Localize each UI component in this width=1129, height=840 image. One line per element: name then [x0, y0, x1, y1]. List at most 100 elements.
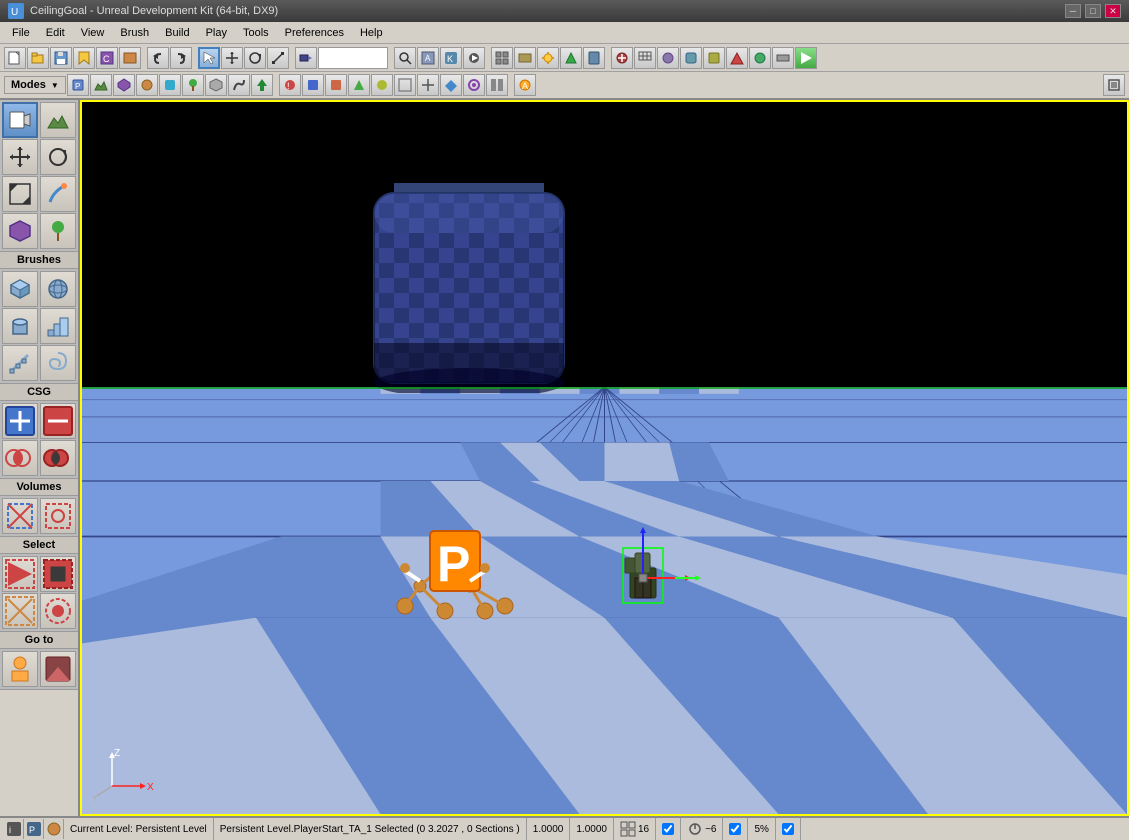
statusbar-icon-3[interactable]: [44, 819, 64, 839]
tb2-btn6[interactable]: [394, 74, 416, 96]
goto-actor-btn[interactable]: [2, 651, 38, 687]
mode-terrain[interactable]: [90, 74, 112, 96]
undo-button[interactable]: [147, 47, 169, 69]
coordinate-system-dropdown[interactable]: World ▼: [318, 47, 388, 69]
mode-spline[interactable]: [228, 74, 250, 96]
menu-edit[interactable]: Edit: [38, 25, 73, 41]
select-all-btn[interactable]: [2, 556, 38, 592]
csg-subtract[interactable]: [40, 403, 76, 439]
minimize-button[interactable]: ─: [1065, 4, 1081, 18]
more-btn3[interactable]: [703, 47, 725, 69]
menu-brush[interactable]: Brush: [112, 25, 157, 41]
volume-trigger[interactable]: [40, 498, 76, 534]
rotate-tool-button[interactable]: [244, 47, 266, 69]
camera-speed-button[interactable]: [295, 47, 317, 69]
select-none-btn[interactable]: [2, 593, 38, 629]
statusbar-icon-2[interactable]: P: [24, 819, 44, 839]
mode-speedtree[interactable]: [251, 74, 273, 96]
redo-button[interactable]: [170, 47, 192, 69]
goto-surface-btn[interactable]: [40, 651, 76, 687]
brush-spiral[interactable]: [40, 345, 76, 381]
actor-find-button[interactable]: A: [417, 47, 439, 69]
mode-foliage[interactable]: [182, 74, 204, 96]
mode-texture[interactable]: [136, 74, 158, 96]
new-button[interactable]: [4, 47, 26, 69]
scale-tool-button[interactable]: [267, 47, 289, 69]
panel-btn-camera[interactable]: [2, 102, 38, 138]
tb2-btn2[interactable]: [302, 74, 324, 96]
snap-button[interactable]: [611, 47, 633, 69]
csg-add[interactable]: [2, 403, 38, 439]
toolbar-btn2[interactable]: [119, 47, 141, 69]
tb2-btn3[interactable]: [325, 74, 347, 96]
more-btn5[interactable]: [749, 47, 771, 69]
more-btn4[interactable]: [726, 47, 748, 69]
panel-btn-geometry[interactable]: [2, 213, 38, 249]
brush-sphere[interactable]: [40, 271, 76, 307]
matinee-button[interactable]: [463, 47, 485, 69]
zoom-toggle[interactable]: [782, 823, 794, 835]
menu-help[interactable]: Help: [352, 25, 391, 41]
lightmass-button[interactable]: [537, 47, 559, 69]
search-button[interactable]: [394, 47, 416, 69]
save-button[interactable]: [50, 47, 72, 69]
grid-snap-button[interactable]: [634, 47, 656, 69]
tb2-maximize[interactable]: [1103, 74, 1125, 96]
open-button[interactable]: [27, 47, 49, 69]
volume-blocking[interactable]: [2, 498, 38, 534]
tb2-btn7[interactable]: [417, 74, 439, 96]
panel-btn-rotate[interactable]: [40, 139, 76, 175]
menu-preferences[interactable]: Preferences: [277, 25, 352, 41]
more-btn1[interactable]: [657, 47, 679, 69]
csg-deintersect[interactable]: [40, 440, 76, 476]
surface-props-button[interactable]: [514, 47, 536, 69]
bookmark-button[interactable]: [73, 47, 95, 69]
menu-tools[interactable]: Tools: [235, 25, 277, 41]
modes-dropdown[interactable]: Modes ▼: [4, 76, 66, 94]
content-browser-button[interactable]: C: [96, 47, 118, 69]
brush-staircase[interactable]: [40, 308, 76, 344]
close-button[interactable]: ✕: [1105, 4, 1121, 18]
move-tool-button[interactable]: [221, 47, 243, 69]
statusbar-icon-1[interactable]: i: [4, 819, 24, 839]
snap-checkbox[interactable]: [656, 818, 681, 840]
more-btn2[interactable]: [680, 47, 702, 69]
maximize-button[interactable]: □: [1085, 4, 1101, 18]
panel-btn-move[interactable]: [2, 139, 38, 175]
mode-staticmesh[interactable]: [205, 74, 227, 96]
mode-placeable[interactable]: P: [67, 74, 89, 96]
menu-build[interactable]: Build: [157, 25, 197, 41]
brush-cylinder[interactable]: [2, 308, 38, 344]
menu-view[interactable]: View: [73, 25, 113, 41]
menu-play[interactable]: Play: [198, 25, 235, 41]
brush-cube[interactable]: [2, 271, 38, 307]
viewport[interactable]: P: [80, 100, 1129, 816]
more-btn6[interactable]: [772, 47, 794, 69]
kismet-button[interactable]: K: [440, 47, 462, 69]
select-tool-button[interactable]: [198, 47, 220, 69]
brush-curved-stair[interactable]: [2, 345, 38, 381]
angle-snap-toggle[interactable]: [729, 823, 741, 835]
select-material-btn[interactable]: [40, 593, 76, 629]
tb2-btn10[interactable]: [486, 74, 508, 96]
build-all-button[interactable]: [560, 47, 582, 69]
panel-btn-terrain[interactable]: [40, 102, 76, 138]
tb2-btn5[interactable]: [371, 74, 393, 96]
tb2-btn4[interactable]: [348, 74, 370, 96]
mode-mesh-paint[interactable]: [159, 74, 181, 96]
viewport-config-button[interactable]: [491, 47, 513, 69]
tb2-btn1[interactable]: !: [279, 74, 301, 96]
mode-geometry[interactable]: [113, 74, 135, 96]
zoom-checkbox[interactable]: [776, 818, 801, 840]
tb2-btn9[interactable]: [463, 74, 485, 96]
select-invert-btn[interactable]: [40, 556, 76, 592]
play-button[interactable]: [795, 47, 817, 69]
build-lighting-button[interactable]: [583, 47, 605, 69]
window-controls[interactable]: ─ □ ✕: [1065, 4, 1121, 18]
panel-btn-foliage[interactable]: [40, 213, 76, 249]
snap-toggle[interactable]: [662, 823, 674, 835]
panel-btn-scale[interactable]: [2, 176, 38, 212]
menu-file[interactable]: File: [4, 25, 38, 41]
tb2-actor-class[interactable]: A: [514, 74, 536, 96]
csg-intersect[interactable]: [2, 440, 38, 476]
